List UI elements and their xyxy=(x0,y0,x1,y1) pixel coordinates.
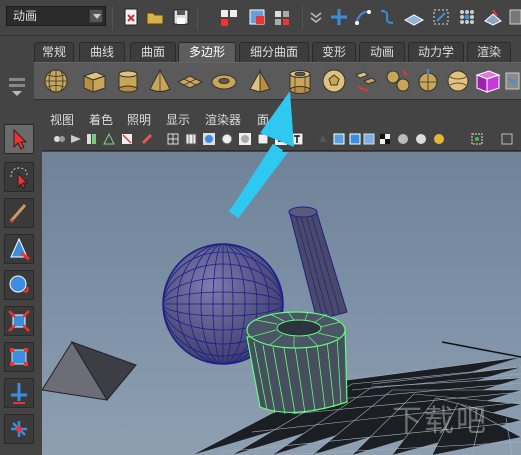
tab-rendering[interactable]: 渲染 xyxy=(467,42,511,62)
rotate-tool-icon[interactable] xyxy=(4,270,34,300)
toolbar-divider xyxy=(112,6,113,30)
isolate-select-icon[interactable] xyxy=(316,132,330,146)
show-manipulator-icon[interactable] xyxy=(4,414,34,444)
pyramid-object[interactable] xyxy=(42,341,137,401)
grease-pencil-icon[interactable] xyxy=(140,132,154,146)
camera-select-icon[interactable] xyxy=(69,132,83,146)
cube-lit-icon[interactable] xyxy=(348,132,362,146)
status-line: 动画 xyxy=(0,0,521,36)
tab-deformation[interactable]: 变形 xyxy=(312,42,356,62)
menu-view[interactable]: 视图 xyxy=(50,112,74,128)
select-tool-icon[interactable] xyxy=(4,124,34,154)
combine-icon[interactable] xyxy=(352,67,380,95)
image-plane-icon[interactable] xyxy=(102,132,116,146)
tab-polygons[interactable]: 多边形 xyxy=(178,42,236,62)
make-live-icon[interactable] xyxy=(482,6,504,28)
menu-expand-icon[interactable] xyxy=(305,6,327,28)
save-scene-icon[interactable] xyxy=(170,6,192,28)
mirror-icon[interactable] xyxy=(504,67,521,95)
shelf-options-icon[interactable] xyxy=(6,38,28,98)
grid-toggle-icon[interactable] xyxy=(184,132,198,146)
watermark-text: 下载吧 xyxy=(392,404,488,439)
all-lights-icon[interactable] xyxy=(414,132,428,146)
camera-attributes-icon[interactable] xyxy=(52,132,66,146)
more-tools-icon[interactable] xyxy=(508,6,521,28)
default-light-icon[interactable] xyxy=(396,132,410,146)
snap-point-icon[interactable] xyxy=(376,6,398,28)
lasso-tool-icon[interactable] xyxy=(4,162,34,192)
menu-set-dropdown[interactable]: 动画 xyxy=(6,6,106,26)
snap-grid-icon[interactable] xyxy=(328,6,350,28)
toolbox xyxy=(0,106,40,455)
poly-plane-icon[interactable] xyxy=(176,67,204,95)
new-scene-icon[interactable] xyxy=(120,6,142,28)
tab-subdiv-surfaces[interactable]: 细分曲面 xyxy=(239,42,309,62)
use-no-lights-icon[interactable] xyxy=(432,132,446,146)
smooth-icon[interactable] xyxy=(444,67,472,95)
toolbar-divider xyxy=(302,6,303,30)
component-mode-icon[interactable] xyxy=(246,6,268,28)
snap-vertex-icon[interactable] xyxy=(456,6,478,28)
resolution-gate-icon[interactable] xyxy=(500,132,514,146)
snap-curve-icon[interactable] xyxy=(352,6,374,28)
frame-selection-icon[interactable] xyxy=(470,132,484,146)
annotation-arrow-head xyxy=(232,91,294,213)
menu-shading[interactable]: 着色 xyxy=(89,112,113,128)
pipe-object[interactable] xyxy=(246,311,348,415)
lock-selection-icon[interactable] xyxy=(272,6,294,28)
grid-axis-line xyxy=(441,341,521,358)
smooth-shade-icon[interactable] xyxy=(202,132,216,146)
tab-animation[interactable]: 动画 xyxy=(359,42,405,62)
extract-icon[interactable] xyxy=(414,67,442,95)
soft-modification-icon[interactable] xyxy=(4,378,34,408)
poly-cone-icon[interactable] xyxy=(146,67,174,95)
move-tool-icon[interactable] xyxy=(4,234,34,264)
menu-lighting[interactable]: 照明 xyxy=(127,112,151,128)
toolbar-divider xyxy=(197,6,198,30)
two-d-pan-zoom-icon[interactable] xyxy=(120,132,134,146)
poly-sphere-icon[interactable] xyxy=(42,67,70,95)
menu-show[interactable]: 显示 xyxy=(166,112,190,128)
selection-mode-icon[interactable] xyxy=(218,6,240,28)
scale-tool-icon[interactable] xyxy=(4,306,34,336)
snap-surface-icon[interactable] xyxy=(430,6,452,28)
open-scene-icon[interactable] xyxy=(144,6,166,28)
tab-dynamics[interactable]: 动力学 xyxy=(408,42,464,62)
wireframe-icon[interactable] xyxy=(166,132,180,146)
poly-cylinder-icon[interactable] xyxy=(114,67,142,95)
cube-shaded-icon[interactable] xyxy=(332,132,346,146)
separate-icon[interactable] xyxy=(384,67,412,95)
bookmarks-icon[interactable] xyxy=(85,132,99,146)
cube-shadow-icon[interactable] xyxy=(362,132,376,146)
checker-icon[interactable] xyxy=(378,132,392,146)
boolean-icon[interactable] xyxy=(474,67,502,95)
poly-cube-icon[interactable] xyxy=(80,67,108,95)
universal-manipulator-icon[interactable] xyxy=(4,342,34,372)
watermark: 下载吧 xyxy=(392,396,512,439)
poly-soccer-ball-icon[interactable] xyxy=(320,67,348,95)
chevron-down-icon[interactable] xyxy=(89,9,103,23)
tab-curves[interactable]: 曲线 xyxy=(79,42,125,62)
shelf-tabs: 常规 曲线 曲面 多边形 细分曲面 变形 动画 动力学 渲染 xyxy=(34,42,521,62)
paint-select-tool-icon[interactable] xyxy=(4,198,34,228)
tab-surfaces[interactable]: 曲面 xyxy=(130,42,176,62)
snap-plane-icon[interactable] xyxy=(403,6,425,28)
menu-set-value: 动画 xyxy=(13,9,38,23)
tab-general[interactable]: 常规 xyxy=(34,42,74,62)
cylinder-object[interactable] xyxy=(288,206,348,321)
